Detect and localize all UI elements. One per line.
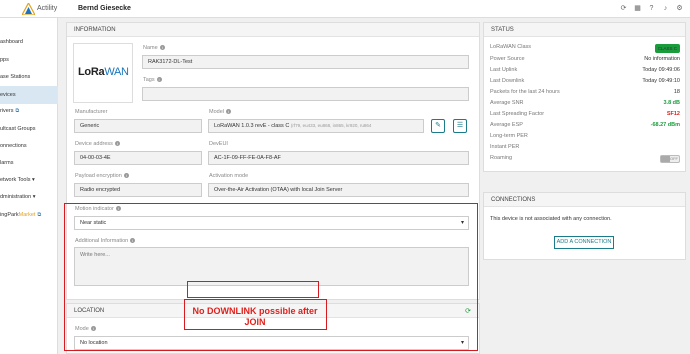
sidebar-item-apps[interactable]: pps xyxy=(0,53,58,67)
tags-label: Tags i xyxy=(143,77,162,83)
external-link-icon: ⧉ xyxy=(15,108,20,114)
sidebar-item-market[interactable]: ingParkMarket ⧉ xyxy=(0,208,58,222)
status-row-power-source: Power Source No information xyxy=(490,56,680,62)
status-row-average-snr: Average SNR 3.8 dB xyxy=(490,100,680,106)
roaming-toggle[interactable]: OFF xyxy=(660,155,680,163)
model-field[interactable]: LoRaWAN 1.0.3 revE - class C (rf79, eu43… xyxy=(208,119,424,133)
payload-encryption-field[interactable]: Radio encrypted xyxy=(74,183,202,197)
user-name[interactable]: Bernd Giesecke xyxy=(78,5,131,12)
pencil-icon: ✎ xyxy=(435,122,441,129)
device-address-label: Device address i xyxy=(75,141,120,147)
lorawan-logo: LoRaWAN xyxy=(78,66,129,78)
external-link-icon: ⧉ xyxy=(37,212,42,218)
status-row-last-uplink: Last Uplink Today 09:49:06 xyxy=(490,67,680,73)
sidebar-item-network-tools[interactable]: etwork Tools ▾ xyxy=(0,173,58,187)
activation-mode-field[interactable]: Over-the-Air Activation (OTAA) with loca… xyxy=(208,183,469,197)
status-row-instant-per: Instant PER xyxy=(490,144,520,150)
sidebar-item-alarms[interactable]: larms xyxy=(0,156,58,170)
device-address-field[interactable]: 04-00-03-4E xyxy=(74,151,202,165)
edit-model-button[interactable]: ✎ xyxy=(431,119,445,133)
chevron-down-icon: ▾ xyxy=(32,194,36,200)
actility-logo xyxy=(22,3,35,15)
top-icons: ⟳ ▦ ? ♪ ⚙ xyxy=(619,4,684,13)
manufacturer-label: Manufacturer xyxy=(75,109,108,115)
info-icon[interactable]: i xyxy=(123,173,129,179)
manufacturer-field[interactable]: Generic xyxy=(74,119,202,133)
chevron-down-icon: ▾ xyxy=(32,177,35,183)
refresh-icon[interactable]: ⟳ xyxy=(619,4,628,13)
brand-name: Actility xyxy=(37,5,58,12)
info-icon[interactable]: i xyxy=(159,45,165,51)
top-bar: Actility Bernd Giesecke ⟳ ▦ ? ♪ ⚙ xyxy=(0,0,690,18)
name-label: Name i xyxy=(143,45,165,51)
connections-empty-text: This device is not associated with any c… xyxy=(490,216,612,222)
status-title: STATUS xyxy=(484,23,685,37)
grid-icon[interactable]: ▦ xyxy=(633,4,642,13)
status-row-roaming: Roaming OFF xyxy=(490,155,680,163)
settings-icon[interactable]: ⚙ xyxy=(675,4,684,13)
sidebar: ashboard pps ase Stations evices rivers ⧉… xyxy=(0,18,58,354)
connections-title: CONNECTIONS xyxy=(484,193,685,207)
model-label: Model i xyxy=(209,109,231,115)
bell-icon[interactable]: ♪ xyxy=(661,4,670,13)
tags-field[interactable] xyxy=(142,87,469,101)
add-connection-button[interactable]: ADD A CONNECTION xyxy=(554,236,614,249)
info-icon[interactable]: i xyxy=(156,77,162,83)
name-field[interactable]: RAK3172-DL-Test xyxy=(142,55,469,69)
device-image: LoRaWAN xyxy=(73,43,133,103)
sidebar-item-devices[interactable]: evices xyxy=(0,86,58,104)
sidebar-item-dashboard[interactable]: ashboard xyxy=(0,35,58,49)
deveui-field[interactable]: AC-1F-09-FF-FE-0A-F8-AF xyxy=(208,151,469,165)
sidebar-item-administration[interactable]: dministration ▾ xyxy=(0,190,58,204)
info-icon[interactable]: i xyxy=(114,141,120,147)
sidebar-item-drivers[interactable]: rivers ⧉ xyxy=(0,104,58,118)
status-row-spreading-factor: Last Spreading Factor SF12 xyxy=(490,111,680,117)
connections-panel: CONNECTIONS xyxy=(483,192,686,260)
class-badge: CLASS C xyxy=(654,44,680,53)
sidebar-item-multicast-groups[interactable]: ultcast Groups xyxy=(0,122,58,136)
status-row-long-term-per: Long-term PER xyxy=(490,133,528,139)
annotation-text: No DOWNLINK possible after JOIN xyxy=(192,306,318,327)
status-row-average-esp: Average ESP -68.27 dBm xyxy=(490,122,680,128)
activation-mode-label: Activation mode xyxy=(209,173,249,179)
info-icon[interactable]: i xyxy=(225,109,231,115)
status-row-lorawan-class: LoRaWAN Class CLASS C xyxy=(490,42,680,53)
status-row-last-downlink: Last Downlink Today 09:49:10 xyxy=(490,78,680,84)
deveui-label: DevEUI xyxy=(209,141,228,147)
sidebar-item-connections[interactable]: onnections xyxy=(0,139,58,153)
list-icon: ☰ xyxy=(456,122,464,129)
status-row-packets: Packets for the last 24 hours 18 xyxy=(490,89,680,95)
model-list-button[interactable]: ☰ xyxy=(453,119,467,133)
help-icon[interactable]: ? xyxy=(647,4,656,13)
payload-encryption-label: Payload encryption i xyxy=(75,173,129,179)
annotation-highlight xyxy=(187,281,319,298)
sidebar-item-base-stations[interactable]: ase Stations xyxy=(0,70,58,84)
information-title: INFORMATION xyxy=(67,23,479,37)
